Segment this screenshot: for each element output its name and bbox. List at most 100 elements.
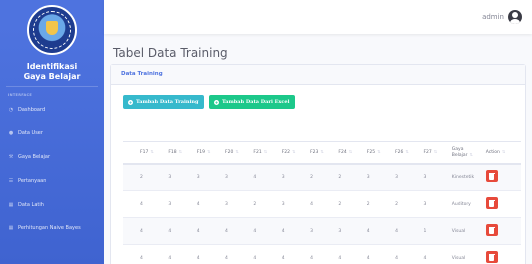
column-header[interactable]: F21 ⇅ xyxy=(250,141,279,165)
table-cell: 4 xyxy=(137,190,166,218)
table-cell: 3 xyxy=(392,163,421,191)
column-header[interactable]: F17 ⇅ xyxy=(137,141,166,165)
button-label: Tambah Data Training xyxy=(136,99,199,105)
column-header[interactable] xyxy=(123,141,137,165)
column-header[interactable]: F26 ⇅ xyxy=(392,141,421,165)
table-cell: 2 xyxy=(250,190,279,218)
sidebar-divider xyxy=(6,86,98,87)
table-header-row: F17 ⇅ F18 ⇅ F19 ⇅ F20 ⇅ F21 ⇅ F22 ⇅ F23 ⇅ F24 ⇅ F25 ⇅ F26 ⇅… xyxy=(123,141,521,165)
table-cell xyxy=(123,163,137,191)
table-cell: 2 xyxy=(307,163,336,191)
table-icon: ▦ xyxy=(8,225,14,231)
brand-title[interactable]: Identifikasi Gaya Belajar xyxy=(0,62,104,82)
table-cell: 4 xyxy=(193,244,223,264)
table-cell: 4 xyxy=(193,190,223,218)
table-cell: 3 xyxy=(222,190,251,218)
sort-icon: ⇅ xyxy=(235,149,239,155)
plus-circle-icon: + xyxy=(214,99,219,105)
column-header[interactable]: F19 ⇅ xyxy=(193,141,223,165)
delete-button[interactable] xyxy=(485,197,498,209)
table-row: 4 4 4 4 4 4 4 4 4 4 4 Visual xyxy=(123,244,521,264)
column-header-label: F22 xyxy=(281,150,291,156)
column-header-label: F26 xyxy=(395,150,404,156)
column-header[interactable]: F25 ⇅ xyxy=(363,141,393,165)
action-cell xyxy=(482,217,521,245)
sidebar-item-label: Gaya Belajar xyxy=(18,154,51,160)
column-header[interactable]: F23 ⇅ xyxy=(307,141,336,165)
column-header-label: Action xyxy=(485,150,500,156)
list-icon: ☰ xyxy=(8,178,14,184)
table-cell: 4 xyxy=(363,217,393,245)
action-cell xyxy=(482,190,521,218)
table-cell: 4 xyxy=(278,217,308,245)
table-cell: 4 xyxy=(137,244,166,264)
table-cell: Kinestetik xyxy=(448,163,483,191)
sidebar-item-label: Pertanyaan xyxy=(18,178,47,184)
column-header[interactable]: F18 ⇅ xyxy=(165,141,194,165)
sort-icon: ⇅ xyxy=(405,149,409,155)
sidebar-item-label: Data User xyxy=(18,130,43,136)
table-cell: 4 xyxy=(165,244,194,264)
table-cell: 3 xyxy=(165,190,194,218)
sidebar-item-data-user[interactable]: ● Data User xyxy=(8,130,43,136)
table-cell xyxy=(123,244,137,264)
sidebar-item-label: Dashboard xyxy=(18,107,46,113)
column-header[interactable]: Gaya Belajar ⇅ xyxy=(448,141,483,165)
brand-line-1: Identifikasi xyxy=(26,62,78,71)
sort-icon: ⇅ xyxy=(433,149,438,155)
column-header[interactable]: F27 ⇅ xyxy=(420,141,449,165)
table-cell: 4 xyxy=(222,217,251,245)
table-cell: 4 xyxy=(250,163,279,191)
sidebar-heading: INTERFACE xyxy=(8,93,33,97)
sidebar-item-gaya-belajar[interactable]: ⚒ Gaya Belajar xyxy=(8,154,50,160)
column-header-label: F27 xyxy=(423,150,432,156)
table-cell: 3 xyxy=(420,163,449,191)
table-cell: 4 xyxy=(278,244,308,264)
table-cell: 3 xyxy=(193,163,223,191)
import-excel-button[interactable]: + Tambah Data Dari Excel xyxy=(209,95,295,109)
table-cell: 3 xyxy=(420,190,449,218)
table-cell: 3 xyxy=(278,163,308,191)
sidebar-item-data-latih[interactable]: ▦ Data Latih xyxy=(8,202,44,208)
sort-icon: ⇅ xyxy=(469,151,473,157)
table-cell: 2 xyxy=(335,190,364,218)
add-data-training-button[interactable]: + Tambah Data Training xyxy=(123,95,204,109)
column-header-label: Gaya Belajar xyxy=(451,146,468,158)
column-header[interactable]: F24 ⇅ xyxy=(335,141,364,165)
sort-icon: ⇅ xyxy=(263,149,268,155)
column-header[interactable]: F20 ⇅ xyxy=(222,141,251,165)
user-menu[interactable]: admin xyxy=(482,10,522,24)
table-cell: 4 xyxy=(307,190,336,218)
delete-button[interactable] xyxy=(485,224,498,236)
sort-icon: ⇅ xyxy=(178,149,183,155)
table-cell: 3 xyxy=(335,217,364,245)
table-cell: 4 xyxy=(137,217,166,245)
action-cell xyxy=(482,163,521,191)
action-cell xyxy=(482,244,521,264)
sort-icon: ⇅ xyxy=(207,149,211,155)
delete-button[interactable] xyxy=(485,170,498,183)
table-cell: 2 xyxy=(392,190,421,218)
sidebar-item-dashboard[interactable]: ◔ Dashboard xyxy=(8,107,45,113)
column-header-label: F24 xyxy=(338,150,347,156)
column-header-label: F25 xyxy=(366,150,376,156)
column-header[interactable]: Action ⇅ xyxy=(482,141,521,165)
table-cell: Visual xyxy=(448,244,483,264)
table-cell xyxy=(123,217,137,245)
table-cell: 2 xyxy=(335,163,364,191)
delete-button[interactable] xyxy=(485,251,498,263)
table-cell: 3 xyxy=(363,163,393,191)
users-icon: ● xyxy=(8,130,14,136)
table-icon: ▦ xyxy=(8,202,14,208)
table-cell: 4 xyxy=(250,244,279,264)
data-training-card: Data Training + Tambah Data Training + T… xyxy=(110,64,526,264)
column-header[interactable]: F22 ⇅ xyxy=(278,141,308,165)
brand-line-2: Gaya Belajar xyxy=(23,72,81,81)
table-cell: 4 xyxy=(335,244,364,264)
sidebar-item-pertanyaan[interactable]: ☰ Pertanyaan xyxy=(8,178,47,184)
topbar: admin xyxy=(104,0,532,34)
sidebar-item-naive-bayes[interactable]: ▦ Perhitungan Naive Bayes xyxy=(8,225,81,231)
sort-icon: ⇅ xyxy=(150,149,154,155)
logo-link[interactable] xyxy=(0,4,104,56)
wrench-icon: ⚒ xyxy=(8,154,14,160)
